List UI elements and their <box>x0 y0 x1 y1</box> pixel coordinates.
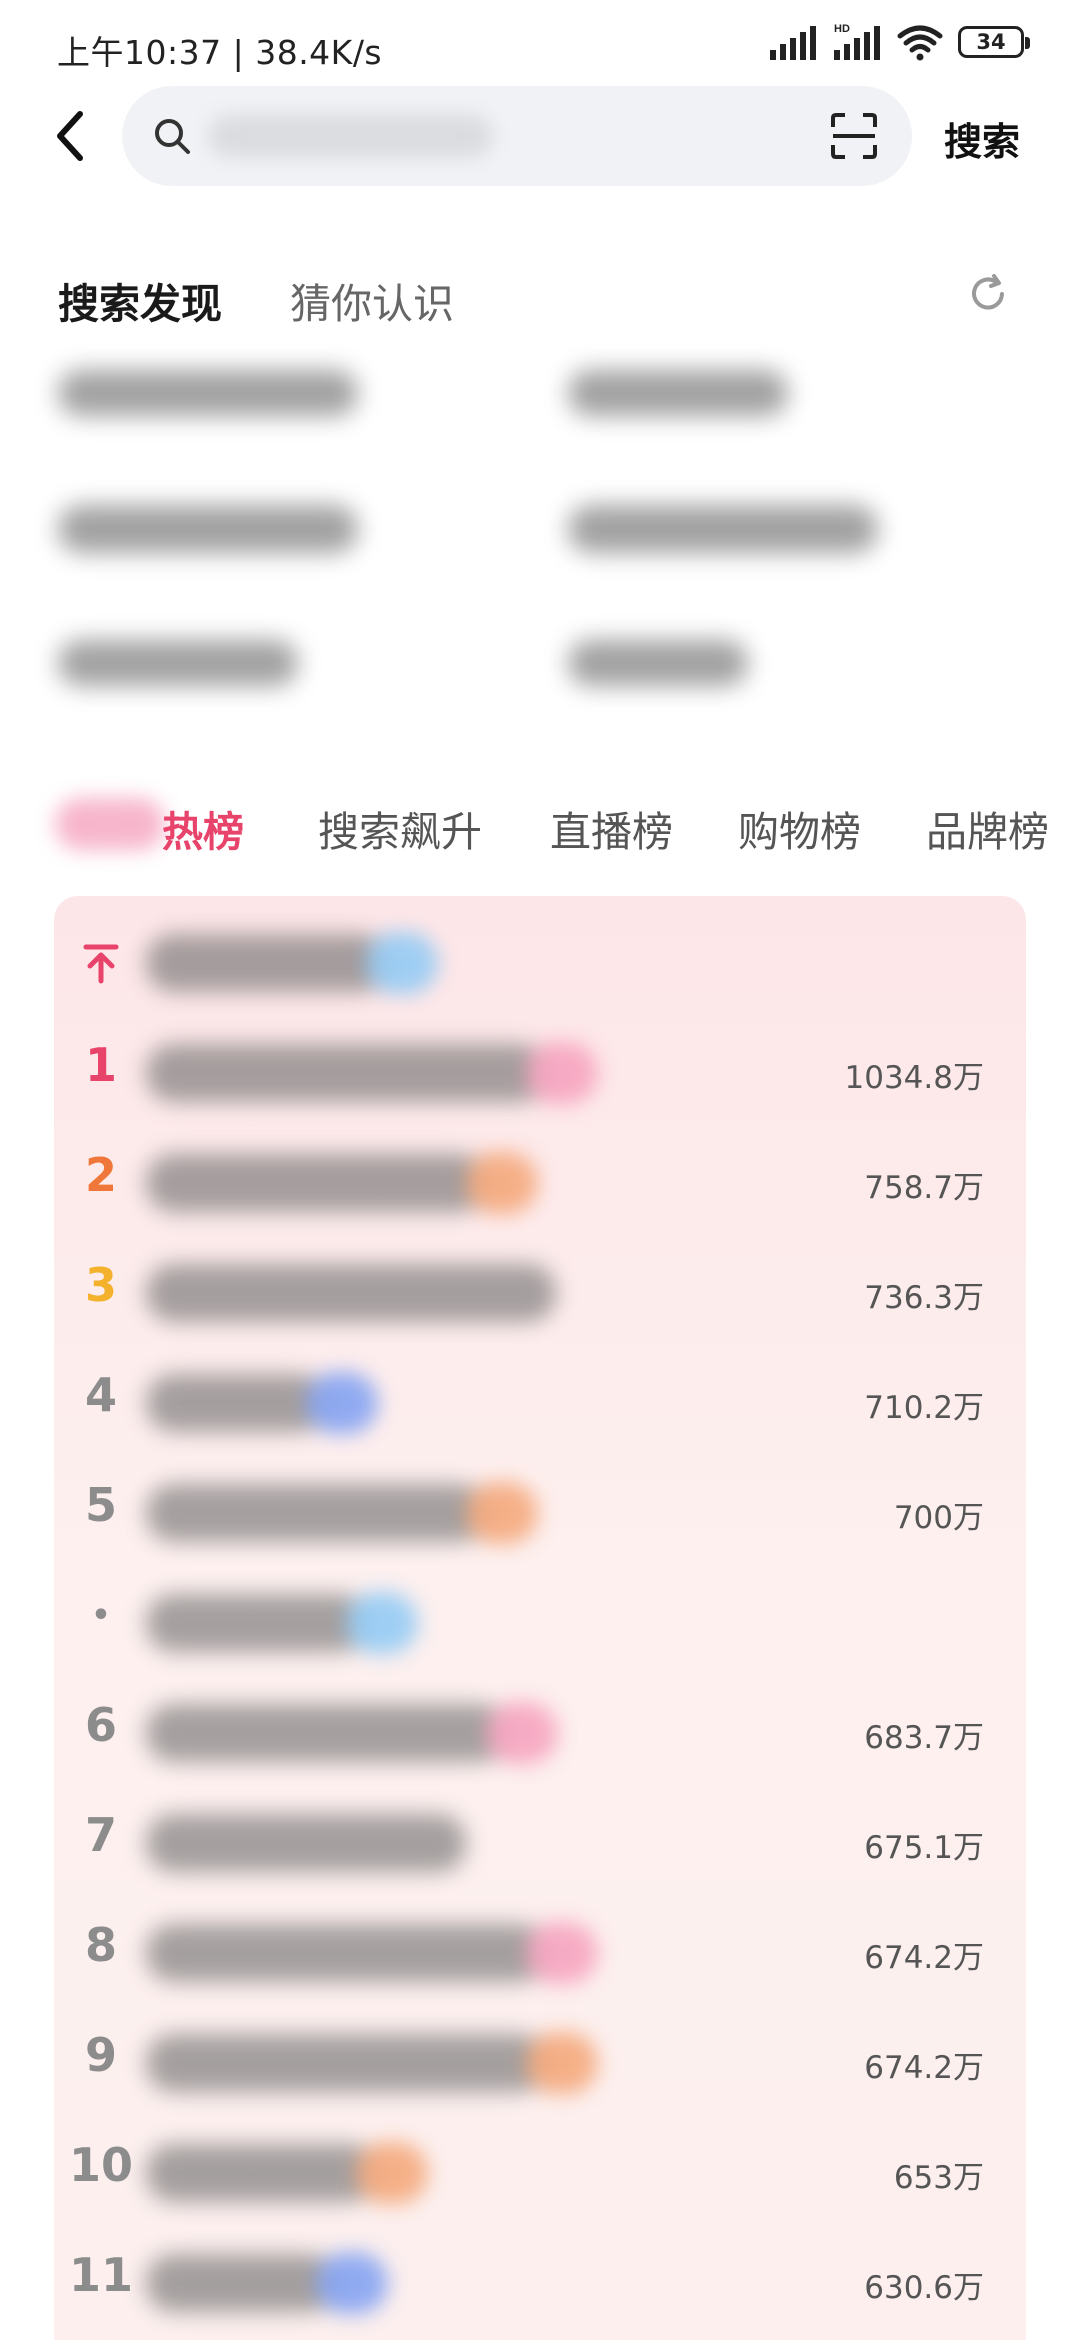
status-time-speed: 上午10:37 | 38.4K/s <box>57 33 383 72</box>
hot-count: 758.7万 <box>864 1170 984 1206</box>
hot-title-blurred <box>146 1594 366 1652</box>
hot-count: 1034.8万 <box>844 1060 984 1096</box>
tab-shopping-list[interactable]: 购物榜 <box>738 798 861 858</box>
rank-number: 2 <box>84 1148 117 1202</box>
hot-list: 1 1034.8万 2 758.7万 3 736.3万 4 710.2万 5 700万 • 6 683.… <box>54 896 1026 2340</box>
rank-number: • <box>91 1598 111 1633</box>
discover-item[interactable] <box>568 370 788 416</box>
hot-list-row[interactable]: 9 674.2万 <box>54 2008 1026 2118</box>
tab-search-rising[interactable]: 搜索飙升 <box>318 798 482 858</box>
tab-people-you-may-know[interactable]: 猜你认识 <box>290 270 454 330</box>
hot-list-row[interactable]: • <box>54 1568 1026 1678</box>
battery-icon: 34 <box>958 26 1030 58</box>
search-input[interactable] <box>122 86 912 186</box>
scan-icon[interactable] <box>830 112 878 160</box>
hot-list-row[interactable]: 10 653万 <box>54 2118 1026 2228</box>
hot-list-row[interactable]: 3 736.3万 <box>54 1238 1026 1348</box>
rank-number: 7 <box>84 1808 117 1862</box>
hot-count: 710.2万 <box>864 1390 984 1426</box>
hot-count: 674.2万 <box>864 1940 984 1976</box>
refresh-icon[interactable] <box>966 272 1010 316</box>
status-bar: 上午10:37 | 38.4K/s HD 34 <box>0 0 1080 96</box>
rank-tab-logo-blurred <box>55 798 165 850</box>
tab-live-list[interactable]: 直播榜 <box>550 798 673 858</box>
rank-number: 5 <box>84 1478 117 1532</box>
hot-list-row[interactable]: 5 700万 <box>54 1458 1026 1568</box>
hot-count: 736.3万 <box>864 1280 984 1316</box>
rank-number: 3 <box>84 1258 117 1312</box>
signal-icon <box>770 26 816 60</box>
hot-tag-badge <box>306 1372 378 1434</box>
discover-item[interactable] <box>568 505 878 553</box>
rank-number: 6 <box>84 1698 117 1752</box>
hot-tag-badge <box>526 1922 598 1984</box>
search-icon <box>155 119 190 154</box>
tab-brand-list[interactable]: 品牌榜 <box>926 798 1049 858</box>
rank-number: 9 <box>84 2028 117 2082</box>
battery-level: 34 <box>976 30 1006 54</box>
hot-count: 674.2万 <box>864 2050 984 2086</box>
discover-item[interactable] <box>58 370 358 416</box>
hd-label: HD <box>834 23 850 35</box>
hot-list-row[interactable]: 11 630.6万 <box>54 2228 1026 2338</box>
hot-list-row[interactable]: 4 710.2万 <box>54 1348 1026 1458</box>
hot-title-blurred <box>146 2034 546 2092</box>
hot-list-row[interactable] <box>54 908 1026 1018</box>
hot-count: 630.6万 <box>864 2270 984 2306</box>
hot-tag-badge <box>356 2142 428 2204</box>
wifi-icon <box>897 25 943 61</box>
rank-tabs: 热榜 搜索飙升 直播榜 购物榜 品牌榜 <box>0 790 1080 860</box>
hot-tag-badge <box>346 1592 418 1654</box>
discover-item[interactable] <box>58 640 298 686</box>
hot-title-blurred <box>146 1924 546 1982</box>
tab-hot-list[interactable]: 热榜 <box>162 798 244 858</box>
hot-tag-badge <box>366 932 438 994</box>
hot-list-row[interactable]: 6 683.7万 <box>54 1678 1026 1788</box>
hot-title-blurred <box>146 2254 336 2312</box>
hot-title-blurred <box>146 1044 546 1102</box>
hot-tag-badge <box>526 1042 598 1104</box>
hot-list-row[interactable]: 7 675.1万 <box>54 1788 1026 1898</box>
hot-count: 675.1万 <box>864 1830 984 1866</box>
hot-title-blurred <box>146 1374 326 1432</box>
hot-list-row[interactable]: 1 1034.8万 <box>54 1018 1026 1128</box>
hot-list-row[interactable]: 8 674.2万 <box>54 1898 1026 2008</box>
hot-tag-badge <box>316 2252 388 2314</box>
rank-number: 4 <box>84 1368 117 1422</box>
hot-tag-badge <box>466 1152 538 1214</box>
hot-title-blurred <box>146 1264 556 1322</box>
hot-count: 683.7万 <box>864 1720 984 1756</box>
discover-item[interactable] <box>58 505 358 553</box>
hot-title-blurred <box>146 1484 486 1542</box>
rank-number: 10 <box>68 2138 133 2192</box>
pin-top-icon <box>83 944 119 984</box>
hot-tag-badge <box>486 1702 558 1764</box>
hot-title-blurred <box>146 1814 466 1872</box>
discover-item[interactable] <box>568 640 748 686</box>
rank-number: 1 <box>84 1038 117 1092</box>
back-button[interactable] <box>40 100 100 172</box>
rank-number: 11 <box>68 2248 133 2302</box>
status-icons: HD 34 <box>768 22 1030 62</box>
hot-tag-badge <box>466 1482 538 1544</box>
hot-count: 653万 <box>893 2160 984 2196</box>
hot-title-blurred <box>146 1704 506 1762</box>
search-button[interactable]: 搜索 <box>944 111 1020 166</box>
hot-title-blurred <box>146 1154 486 1212</box>
chevron-left-icon <box>57 111 83 161</box>
rank-number: 8 <box>84 1918 117 1972</box>
hot-list-row[interactable]: 2 758.7万 <box>54 1128 1026 1238</box>
hot-title-blurred <box>146 2144 376 2202</box>
hot-tag-badge <box>526 2032 598 2094</box>
tab-search-discover[interactable]: 搜索发现 <box>58 270 222 330</box>
hot-title-blurred <box>146 934 386 992</box>
search-placeholder-blurred <box>208 114 493 158</box>
hot-count: 700万 <box>893 1500 984 1536</box>
signal-hd-icon: HD <box>834 23 880 60</box>
